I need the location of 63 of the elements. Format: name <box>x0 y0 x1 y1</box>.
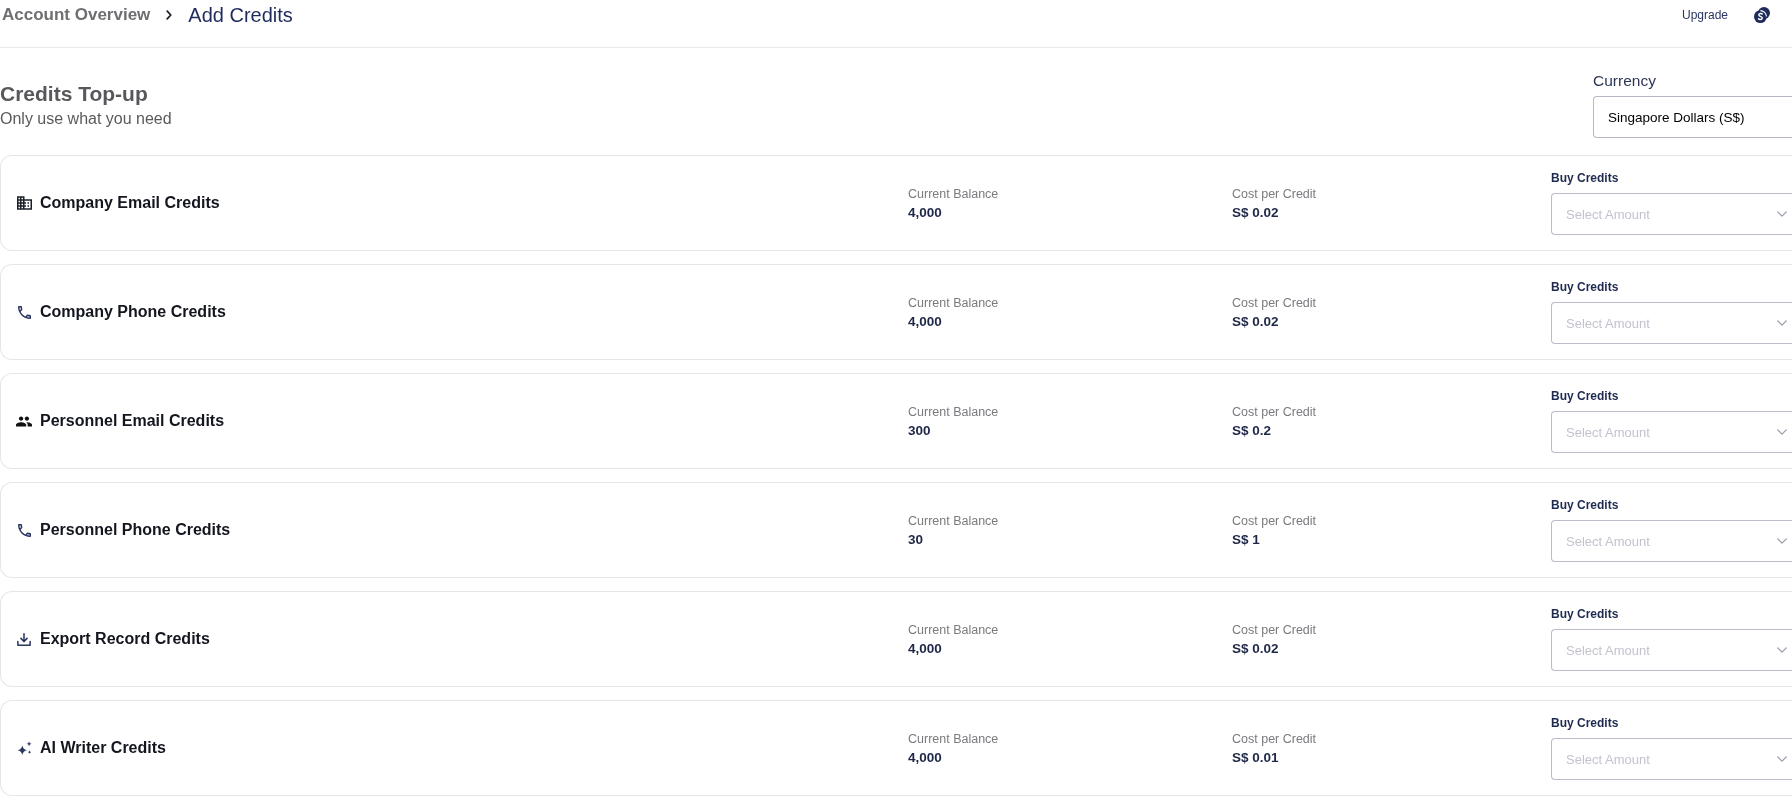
phone-icon <box>17 523 31 537</box>
breadcrumb-current: Add Credits <box>188 3 293 27</box>
buy-credits-label: Buy Credits <box>1551 280 1619 295</box>
chevron-down-icon <box>1777 756 1787 762</box>
cost-label: Cost per Credit <box>1232 621 1317 638</box>
buy-credits-label: Buy Credits <box>1551 389 1619 404</box>
cost-value: S$ 0.02 <box>1232 312 1279 330</box>
chevron-down-icon <box>1777 647 1787 653</box>
balance-value: 4,000 <box>908 203 942 221</box>
balance-value: 4,000 <box>908 312 942 330</box>
credit-title: AI Writer Credits <box>40 739 166 757</box>
balance-label: Current Balance <box>908 621 999 638</box>
chevron-down-icon <box>1777 320 1787 326</box>
cost-label: Cost per Credit <box>1232 185 1317 202</box>
section-subtitle: Only use what you need <box>0 109 172 129</box>
balance-value: 4,000 <box>908 639 942 657</box>
building-icon <box>16 196 32 210</box>
chevron-down-icon <box>1777 211 1787 217</box>
cost-value: S$ 0.02 <box>1232 639 1279 657</box>
balance-value: 30 <box>908 530 924 548</box>
currency-select[interactable]: Singapore Dollars (S$) <box>1593 96 1792 138</box>
buy-credits-label: Buy Credits <box>1551 716 1619 731</box>
cost-label: Cost per Credit <box>1232 403 1317 420</box>
buy-credits-label: Buy Credits <box>1551 607 1619 622</box>
credit-title: Company Phone Credits <box>40 303 226 321</box>
cost-value: S$ 0.01 <box>1232 748 1279 766</box>
amount-select[interactable]: Select Amount <box>1551 193 1792 235</box>
coins-icon[interactable] <box>1754 7 1770 23</box>
amount-select[interactable]: Select Amount <box>1551 302 1792 344</box>
cost-value: S$ 0.02 <box>1232 203 1279 221</box>
breadcrumb-link[interactable]: Account Overview <box>2 3 151 27</box>
cost-label: Cost per Credit <box>1232 294 1317 311</box>
cost-value: S$ 1 <box>1232 530 1260 548</box>
download-icon <box>17 632 31 646</box>
chevron-right-icon <box>166 10 173 20</box>
balance-label: Current Balance <box>908 403 999 420</box>
credit-title: Export Record Credits <box>40 630 210 648</box>
section-title: Credits Top-up <box>0 82 148 106</box>
credit-title: Personnel Email Credits <box>40 412 225 430</box>
sparkle-icon <box>16 741 32 755</box>
cost-label: Cost per Credit <box>1232 512 1317 529</box>
upgrade-link[interactable]: Upgrade <box>1681 8 1728 22</box>
cost-label: Cost per Credit <box>1232 730 1317 747</box>
amount-select[interactable]: Select Amount <box>1551 629 1792 671</box>
credit-title: Personnel Phone Credits <box>40 521 231 539</box>
balance-value: 300 <box>908 421 931 439</box>
balance-value: 4,000 <box>908 748 942 766</box>
balance-label: Current Balance <box>908 512 999 529</box>
phone-icon <box>17 305 31 319</box>
balance-label: Current Balance <box>908 730 999 747</box>
balance-label: Current Balance <box>908 185 999 202</box>
credit-title: Company Email Credits <box>40 194 220 212</box>
amount-select[interactable]: Select Amount <box>1551 738 1792 780</box>
buy-credits-label: Buy Credits <box>1551 498 1619 513</box>
chevron-down-icon <box>1777 538 1787 544</box>
buy-credits-label: Buy Credits <box>1551 171 1619 186</box>
amount-select[interactable]: Select Amount <box>1551 520 1792 562</box>
chevron-down-icon <box>1777 429 1787 435</box>
people-icon <box>16 415 32 427</box>
currency-label: Currency <box>1593 72 1656 90</box>
balance-label: Current Balance <box>908 294 999 311</box>
cost-value: S$ 0.2 <box>1232 421 1272 439</box>
amount-select[interactable]: Select Amount <box>1551 411 1792 453</box>
